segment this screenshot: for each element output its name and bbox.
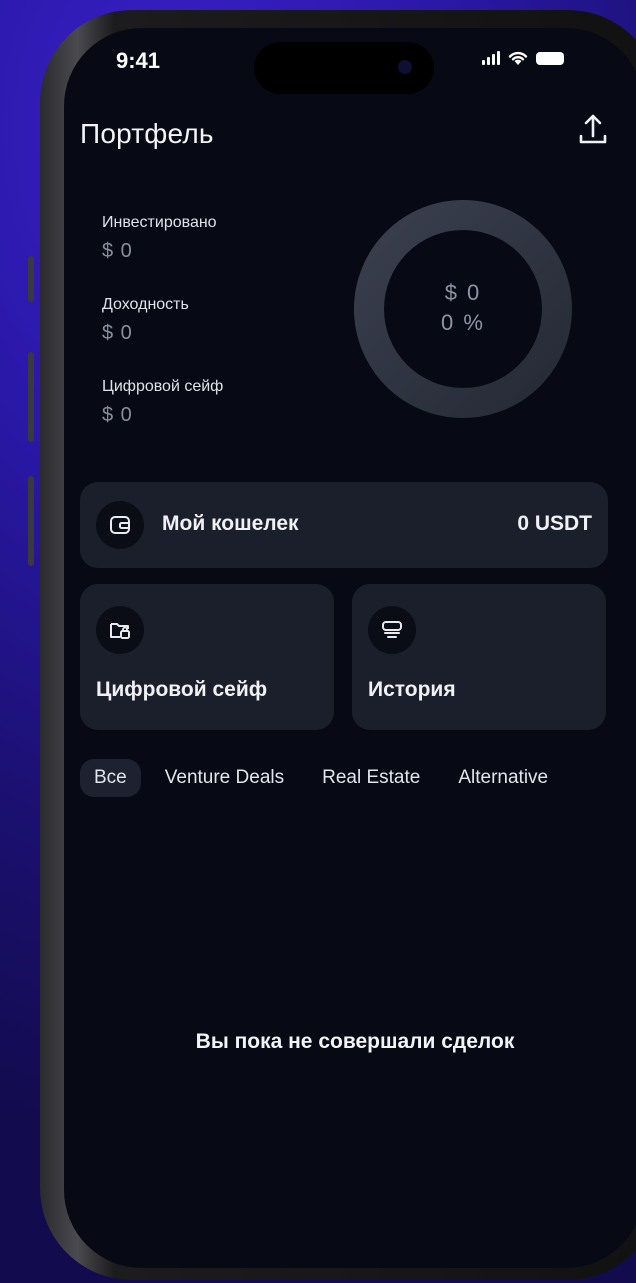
volume-down-button: [28, 476, 34, 566]
digital-safe-tile[interactable]: Цифровой сейф: [80, 584, 334, 730]
stat-label: Цифровой сейф: [102, 378, 224, 395]
tab-venture-deals[interactable]: Venture Deals: [151, 759, 298, 797]
status-icons: [482, 50, 564, 66]
tab-real-estate[interactable]: Real Estate: [308, 759, 434, 797]
donut-percent: 0 %: [441, 310, 485, 335]
wallet-amount: 0 USDT: [517, 512, 592, 535]
volume-up-button: [28, 352, 34, 442]
action-button: [28, 256, 34, 302]
stat-value: $ 0: [102, 240, 133, 262]
page-title: Портфель: [80, 118, 214, 149]
wifi-icon: [508, 51, 528, 65]
signal-icon: [482, 51, 500, 65]
tab-alternative[interactable]: Alternative: [444, 759, 562, 797]
battery-icon: [536, 51, 564, 65]
stat-safe: Цифровой сейф $ 0: [102, 378, 223, 427]
stat-yield: Доходность $ 0: [102, 296, 189, 345]
status-bar: 9:41: [54, 40, 636, 94]
status-time: 9:41: [116, 48, 161, 73]
tile-label: История: [368, 678, 456, 701]
tile-label: Цифровой сейф: [96, 678, 268, 701]
wallet-card[interactable]: Мой кошелек 0 USDT: [80, 482, 608, 568]
donut-amount: $ 0: [444, 280, 482, 305]
history-tile[interactable]: История: [352, 584, 606, 730]
share-upload-icon[interactable]: [576, 110, 610, 150]
camera-icon: [398, 60, 412, 74]
stat-invested: Инвестировано $ 0: [102, 214, 217, 263]
donut-center: $ 0 0 %: [352, 280, 574, 336]
tab-all[interactable]: Все: [80, 759, 141, 797]
stat-label: Доходность: [102, 296, 189, 313]
folder-lock-icon: [96, 606, 144, 654]
dynamic-island: [254, 42, 434, 94]
screen-content: 9:41 Портфель Инвестировано $ 0 Доходнос…: [54, 0, 636, 1283]
stat-value: $ 0: [102, 404, 133, 426]
stat-value: $ 0: [102, 322, 133, 344]
stat-label: Инвестировано: [102, 214, 217, 231]
wallet-label: Мой кошелек: [162, 512, 299, 535]
wallet-icon: [96, 501, 144, 549]
history-stack-icon: [368, 606, 416, 654]
filter-tabs: Все Venture Deals Real Estate Alternativ…: [80, 758, 572, 798]
empty-state-message: Вы пока не совершали сделок: [195, 1030, 515, 1053]
